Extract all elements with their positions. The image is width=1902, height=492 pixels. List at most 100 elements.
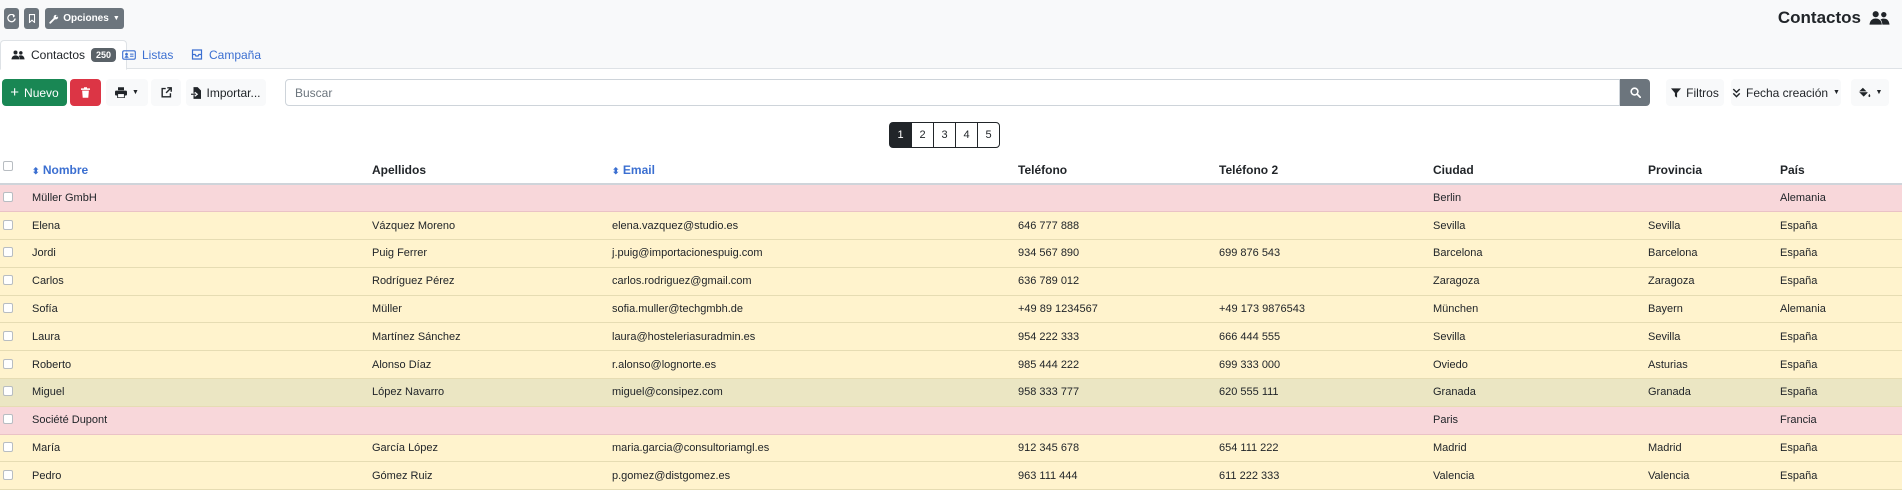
row-checkbox[interactable] xyxy=(3,386,13,397)
cell-telefono: 636 789 012 xyxy=(1018,267,1219,296)
cell-telefono2: +49 173 9876543 xyxy=(1219,295,1433,324)
sort-icon: ⬍ xyxy=(612,165,620,176)
bookmark-button[interactable] xyxy=(24,8,39,29)
cell-pais: España xyxy=(1780,267,1902,296)
table-row[interactable]: Carlos Rodríguez Pérez carlos.rodriguez@… xyxy=(0,267,1902,296)
cell-telefono: 934 567 890 xyxy=(1018,239,1219,268)
refresh-button[interactable] xyxy=(4,8,19,29)
cell-telefono: 912 345 678 xyxy=(1018,434,1219,463)
row-checkbox[interactable] xyxy=(3,247,13,258)
page-2-link[interactable]: 2 xyxy=(911,122,934,148)
tab-listas[interactable]: Listas xyxy=(112,40,183,69)
page-4-link[interactable]: 4 xyxy=(955,122,978,148)
row-checkbox[interactable] xyxy=(3,192,13,203)
row-checkbox[interactable] xyxy=(3,414,13,425)
page-title: Contactos xyxy=(1777,8,1861,27)
cell-telefono2: 699 876 543 xyxy=(1219,239,1433,268)
cell-email: laura@hosteleriasuradmin.es xyxy=(612,322,1018,352)
header-pais[interactable]: País xyxy=(1780,156,1902,185)
table-row[interactable]: Müller GmbH Berlin Alemania xyxy=(0,184,1902,213)
header-ciudad[interactable]: Ciudad xyxy=(1433,156,1648,185)
table-row[interactable]: Roberto Alonso Díaz r.alonso@lognorte.es… xyxy=(0,350,1902,380)
top-bar: Opciones ▼ Contactos xyxy=(0,0,1902,36)
cell-provincia: Zaragoza xyxy=(1648,267,1780,296)
cell-telefono2: 620 555 111 xyxy=(1219,378,1433,407)
cell-nombre: Pedro xyxy=(32,461,372,491)
sort-dropdown[interactable]: Fecha creación ▼ xyxy=(1731,79,1841,106)
cell-apellidos: López Navarro xyxy=(372,378,612,407)
filters-label: Filtros xyxy=(1686,85,1719,100)
cell-telefono2: 666 444 555 xyxy=(1219,322,1433,352)
new-button[interactable]: + Nuevo xyxy=(2,79,67,106)
header-apellidos[interactable]: Apellidos xyxy=(372,156,612,185)
table-row[interactable]: Société Dupont Paris Francia xyxy=(0,406,1902,435)
export-button[interactable] xyxy=(151,79,181,106)
delete-button[interactable] xyxy=(70,79,101,106)
cell-ciudad: Oviedo xyxy=(1433,350,1648,380)
page-1-link[interactable]: 1 xyxy=(889,122,912,148)
header-provincia[interactable]: Provincia xyxy=(1648,156,1780,185)
search-input[interactable] xyxy=(285,79,1620,106)
cell-telefono: 985 444 222 xyxy=(1018,350,1219,380)
row-checkbox[interactable] xyxy=(3,442,13,453)
filter-icon xyxy=(1671,87,1682,98)
tab-bar: Contactos 250 Listas Campaña xyxy=(0,36,1902,70)
contacts-table: ⬍ Nombre Apellidos ⬍ Email Teléfono Telé… xyxy=(0,156,1902,491)
cell-provincia: Valencia xyxy=(1648,461,1780,491)
table-row[interactable]: Elena Vázquez Moreno elena.vazquez@studi… xyxy=(0,211,1902,241)
row-checkbox[interactable] xyxy=(3,219,13,230)
print-dropdown[interactable]: ▼ xyxy=(106,79,148,106)
address-card-icon xyxy=(122,49,136,60)
table-row[interactable]: Pedro Gómez Ruiz p.gomez@distgomez.es 96… xyxy=(0,461,1902,491)
tab-campana[interactable]: Campaña xyxy=(181,40,271,69)
cell-provincia: Madrid xyxy=(1648,434,1780,463)
table-row[interactable]: Laura Martínez Sánchez laura@hostelerias… xyxy=(0,322,1902,352)
filters-button[interactable]: Filtros xyxy=(1666,79,1724,106)
cell-telefono2 xyxy=(1219,211,1433,241)
users-icon xyxy=(1869,11,1890,25)
header-telefono2[interactable]: Teléfono 2 xyxy=(1219,156,1433,185)
table-row[interactable]: María García López maria.garcia@consulto… xyxy=(0,434,1902,463)
row-checkbox[interactable] xyxy=(3,469,13,480)
row-color-dropdown[interactable]: ▼ xyxy=(1851,79,1889,106)
select-all-checkbox[interactable] xyxy=(3,161,13,171)
cell-email xyxy=(612,406,1018,435)
cell-nombre: Société Dupont xyxy=(32,406,372,435)
cell-provincia: Sevilla xyxy=(1648,322,1780,352)
header-nombre[interactable]: ⬍ Nombre xyxy=(32,156,372,185)
toolbar: + Nuevo ▼ Importar... Filtros Fecha crea… xyxy=(0,79,1902,106)
table-row[interactable]: Sofía Müller sofia.muller@techgmbh.de +4… xyxy=(0,295,1902,324)
search-button[interactable] xyxy=(1620,79,1650,106)
cell-telefono2 xyxy=(1219,267,1433,296)
row-checkbox[interactable] xyxy=(3,330,13,341)
print-icon xyxy=(115,87,128,98)
cell-pais: España xyxy=(1780,211,1902,241)
trash-icon xyxy=(81,87,90,98)
search-icon xyxy=(1629,87,1641,98)
table-row[interactable]: Miguel López Navarro miguel@consipez.com… xyxy=(0,378,1902,407)
header-email[interactable]: ⬍ Email xyxy=(612,156,1018,185)
cell-email xyxy=(612,184,1018,213)
cell-apellidos: García López xyxy=(372,434,612,463)
tab-contactos[interactable]: Contactos 250 xyxy=(0,40,128,70)
row-checkbox[interactable] xyxy=(3,358,13,369)
cell-ciudad: Zaragoza xyxy=(1433,267,1648,296)
cell-ciudad: Granada xyxy=(1433,378,1648,407)
tab-campana-label: Campaña xyxy=(209,47,262,62)
import-button[interactable]: Importar... xyxy=(186,79,266,106)
plus-icon: + xyxy=(10,83,20,101)
options-dropdown[interactable]: Opciones ▼ xyxy=(45,8,124,29)
cell-apellidos: Gómez Ruiz xyxy=(372,461,612,491)
cell-ciudad: München xyxy=(1433,295,1648,324)
page-3-link[interactable]: 3 xyxy=(933,122,956,148)
cell-provincia xyxy=(1648,184,1780,213)
page-5-link[interactable]: 5 xyxy=(977,122,1000,148)
table-row[interactable]: Jordi Puig Ferrer j.puig@importacionespu… xyxy=(0,239,1902,268)
cell-provincia: Barcelona xyxy=(1648,239,1780,268)
row-checkbox[interactable] xyxy=(3,275,13,286)
caret-down-icon: ▼ xyxy=(1875,89,1883,96)
cell-ciudad: Paris xyxy=(1433,406,1648,435)
header-telefono[interactable]: Teléfono xyxy=(1018,156,1219,185)
cell-pais: España xyxy=(1780,378,1902,407)
row-checkbox[interactable] xyxy=(3,303,13,314)
